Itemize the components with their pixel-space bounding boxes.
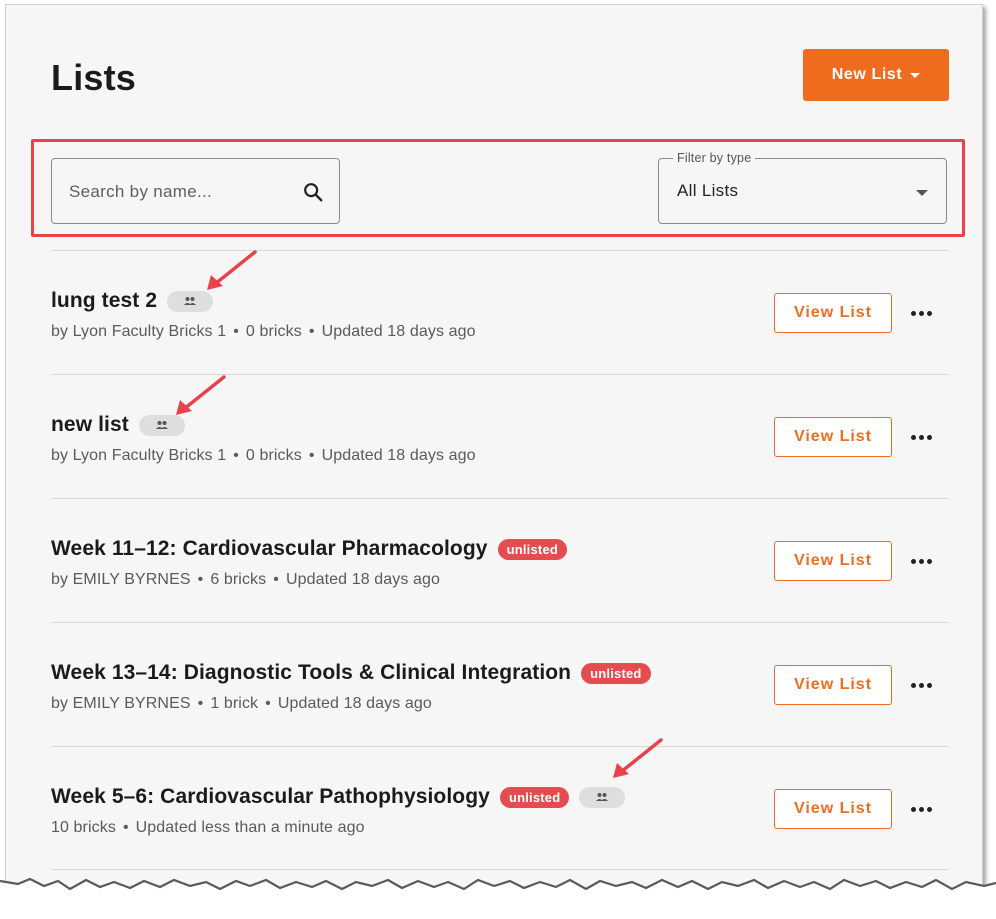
list-item: lung test 2 by Lyon Faculty Bricks 1 • 0 br… (51, 250, 949, 374)
list-item-meta: by EMILY BYRNES • 1 brick • Updated 18 days … (51, 695, 432, 713)
more-horizontal-icon[interactable] (909, 803, 933, 815)
meta-part: Updated less than a minute ago (135, 819, 365, 836)
more-horizontal-icon[interactable] (909, 679, 933, 691)
view-list-button[interactable]: View List (774, 665, 892, 705)
meta-part: by EMILY BYRNES (51, 695, 191, 712)
list-item-title-line: Week 5–6: Cardiovascular Pathophysiology… (51, 785, 626, 809)
annotation-arrow (613, 738, 663, 778)
view-list-button[interactable]: View List (774, 789, 892, 829)
list-container: lung test 2 by Lyon Faculty Bricks 1 • 0 br… (51, 250, 949, 870)
meta-part: Updated 18 days ago (277, 695, 432, 712)
separator-dot: • (273, 571, 279, 588)
separator-dot: • (197, 695, 204, 712)
meta-part: 1 brick (210, 695, 259, 712)
list-item-title-line: Week 11–12: Cardiovascular Pharmacology u… (51, 537, 568, 561)
list-item-title-line: new list (51, 413, 185, 437)
view-list-button[interactable]: View List (774, 541, 892, 581)
list-item-title[interactable]: Week 5–6: Cardiovascular Pathophysiology (51, 785, 490, 809)
meta-part: 10 bricks (51, 819, 116, 836)
list-item-title-line: lung test 2 (51, 289, 214, 313)
meta-part: by Lyon Faculty Bricks 1 (51, 323, 227, 340)
list-item-title[interactable]: new list (51, 413, 129, 437)
more-horizontal-icon[interactable] (909, 431, 933, 443)
meta-part: by Lyon Faculty Bricks 1 (51, 447, 227, 464)
meta-part: Updated 18 days ago (285, 571, 440, 588)
list-item-meta: by Lyon Faculty Bricks 1 • 0 bricks • Update… (51, 447, 476, 465)
app-window: Lists New List Filter by type All Lists … (5, 4, 983, 904)
separator-dot: • (233, 447, 239, 464)
view-list-button[interactable]: View List (774, 417, 892, 457)
list-item-meta: by EMILY BYRNES • 6 bricks • Updated 18 days… (51, 571, 440, 589)
list-item-title[interactable]: Week 13–14: Diagnostic Tools & Clinical … (51, 661, 571, 685)
annotation-arrow (176, 375, 226, 415)
list-item-title[interactable]: Week 11–12: Cardiovascular Pharmacology (51, 537, 488, 561)
list-item: Week 13–14: Diagnostic Tools & Clinical … (51, 622, 949, 746)
annotation-arrow (207, 250, 257, 290)
more-horizontal-icon[interactable] (909, 307, 933, 319)
meta-part: 0 bricks (245, 323, 302, 340)
view-list-button[interactable]: View List (774, 293, 892, 333)
meta-part: Updated 18 days ago (321, 447, 476, 464)
unlisted-badge: unlisted (497, 538, 568, 560)
list-item-title[interactable]: lung test 2 (51, 289, 157, 313)
meta-part: Updated 18 days ago (321, 323, 476, 340)
meta-part: 0 bricks (245, 447, 302, 464)
meta-part: by EMILY BYRNES (51, 571, 191, 588)
separator-dot: • (197, 571, 204, 588)
caret-down-icon (910, 72, 921, 78)
shared-users-icon (579, 786, 626, 808)
list-item-meta: by Lyon Faculty Bricks 1 • 0 bricks • Update… (51, 323, 476, 341)
separator-dot: • (233, 323, 239, 340)
list-item: Week 11–12: Cardiovascular Pharmacology u… (51, 498, 949, 622)
meta-part: 6 bricks (210, 571, 267, 588)
separator-dot: • (122, 819, 129, 836)
list-item-title-line: Week 13–14: Diagnostic Tools & Clinical … (51, 661, 651, 685)
unlisted-badge: unlisted (581, 662, 651, 684)
list-item-meta: 10 bricks • Updated less than a minute ago (51, 819, 365, 837)
separator-dot: • (308, 447, 315, 464)
unlisted-badge: unlisted (499, 786, 570, 808)
page-title: Lists (51, 57, 137, 98)
new-list-button[interactable]: New List (803, 49, 949, 101)
separator-dot: • (265, 695, 271, 712)
separator-dot: • (308, 323, 315, 340)
annotation-highlight-box (31, 139, 965, 237)
list-item: Week 5–6: Cardiovascular Pathophysiology… (51, 746, 949, 870)
torn-edge (0, 877, 996, 919)
more-horizontal-icon[interactable] (909, 555, 933, 567)
new-list-label: New List (831, 66, 903, 83)
